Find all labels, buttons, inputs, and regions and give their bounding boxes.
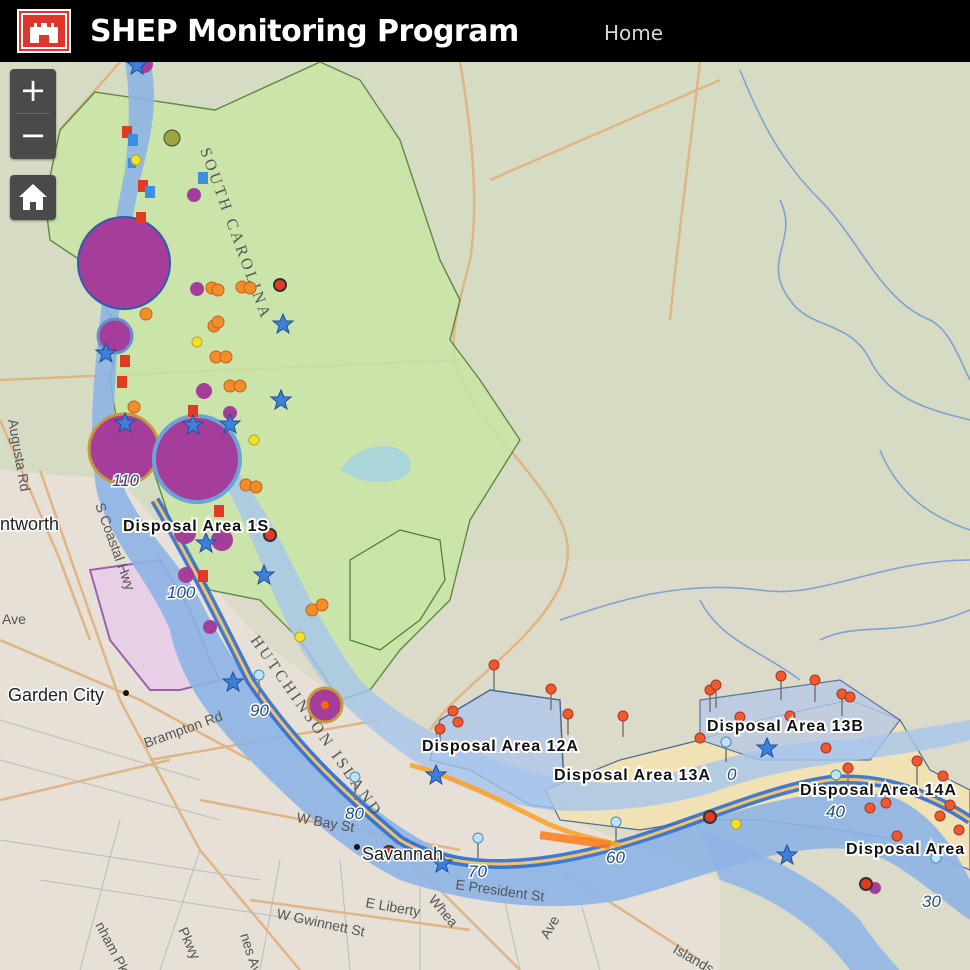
river-mile-label: 40 xyxy=(826,802,845,821)
zoom-in-button[interactable]: + xyxy=(10,69,56,113)
place-savannah: Savannah xyxy=(362,844,443,864)
label-disposal-area-1s: Disposal Area 1S xyxy=(123,518,269,535)
sensor-marker[interactable] xyxy=(163,129,181,147)
place-wentworth: ntworth xyxy=(0,514,59,534)
station-marker[interactable] xyxy=(190,282,204,296)
app-title: SHEP Monitoring Program xyxy=(90,14,519,49)
river-mile-label: 30 xyxy=(922,892,941,911)
station-marker[interactable] xyxy=(196,383,212,399)
river-mile-label: 90 xyxy=(250,701,269,720)
home-icon xyxy=(19,184,47,210)
station-marker[interactable] xyxy=(178,567,194,583)
station-marker[interactable] xyxy=(187,188,201,202)
svg-text:Ave: Ave xyxy=(2,611,26,627)
label-disposal-area-13b: Disposal Area 13B xyxy=(707,718,864,735)
station-marker[interactable] xyxy=(77,216,171,310)
zoom-out-button[interactable]: − xyxy=(10,114,56,158)
label-disposal-area-14a: Disposal Area 14A xyxy=(800,782,957,799)
river-mile-label-fragment: 0 xyxy=(727,765,737,784)
station-marker[interactable] xyxy=(96,317,134,355)
river-mile-label: 100 xyxy=(167,583,196,602)
label-disposal-area-12a: Disposal Area 12A xyxy=(422,738,579,755)
home-extent-button[interactable] xyxy=(10,175,56,220)
zoom-control: + − xyxy=(10,69,56,159)
station-marker[interactable] xyxy=(203,620,217,634)
label-disposal-area-partial: Disposal Area xyxy=(846,841,965,858)
home-nav-link[interactable]: Home xyxy=(604,21,663,45)
app-header: SHEP Monitoring Program Home xyxy=(0,0,970,62)
label-disposal-area-13a: Disposal Area 13A xyxy=(554,767,711,784)
river-mile-label: 110 xyxy=(112,471,140,490)
river-mile-label: 60 xyxy=(606,848,625,867)
usace-castle-icon[interactable] xyxy=(17,9,71,53)
map-view[interactable]: SOUTH CAROLINA HUTCHINSON ISLAND 110 100… xyxy=(0,0,970,970)
place-garden-city: Garden City xyxy=(8,685,104,705)
